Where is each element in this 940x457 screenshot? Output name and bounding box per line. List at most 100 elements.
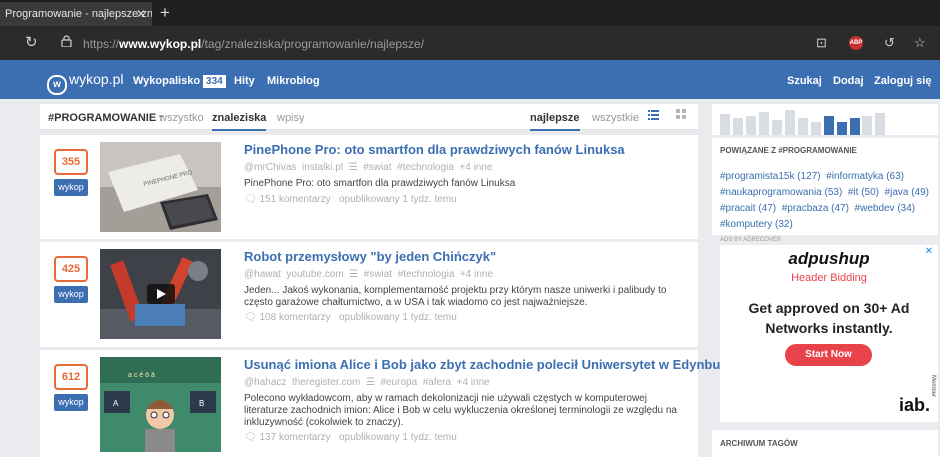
entry-thumbnail[interactable]: a c é ö ä A B [100, 357, 221, 452]
entry-source[interactable]: theregister.com [292, 377, 360, 388]
ad-brand: adpushup [788, 249, 870, 268]
entry-footer: 🗨 151 komentarzy opublikowany 1 tydz. te… [244, 194, 457, 205]
entry-thumbnail[interactable] [100, 249, 221, 339]
tag-list-icon: ☰ [349, 269, 359, 280]
wykop-button[interactable]: wykop [54, 179, 88, 196]
ad-banner[interactable]: ✕ adpushup Header Bidding Get approved o… [720, 245, 938, 422]
entry-more-tags[interactable]: +4 inne [460, 269, 493, 280]
lock-icon [61, 35, 72, 50]
filter-znaleziska[interactable]: znaleziska [212, 112, 267, 131]
entry-comments[interactable]: 137 komentarzy [259, 432, 330, 443]
entry-meta: @hawat youtube.com ☰ #swiat #technologia… [244, 269, 493, 280]
refresh-extension-icon[interactable]: ↺ [884, 35, 895, 51]
favorites-icon[interactable]: ☆ [914, 35, 926, 51]
close-tab-icon[interactable]: ✕ [136, 7, 146, 21]
related-tag[interactable]: #programista15k (127) [720, 171, 821, 182]
related-tags-heading: POWIĄZANE Z #PROGRAMOWANIE [720, 146, 857, 155]
entry-title[interactable]: PinePhone Pro: oto smartfon dla prawdziw… [244, 142, 625, 157]
nav-mikroblog[interactable]: Mikroblog [267, 75, 320, 87]
entry-title[interactable]: Robot przemysłowy "by jeden Chińczyk" [244, 249, 496, 264]
related-tag[interactable]: #pracait (47) [720, 203, 776, 214]
reload-icon[interactable]: ↻ [25, 33, 38, 51]
filter-bar: #PROGRAMOWANIE : wszystko znaleziska wpi… [40, 104, 698, 131]
entry-published: opublikowany 1 tydz. temu [338, 194, 457, 205]
related-tags-line: #programista15k (127) #informatyka (63) [720, 171, 904, 182]
entry-meta: @hahacz theregister.com ☰ #europa #afera… [244, 377, 490, 388]
reader-icon[interactable]: ⊡ [816, 35, 827, 51]
new-tab-icon[interactable]: + [160, 3, 170, 23]
nav-zaloguj[interactable]: Zaloguj się [874, 75, 931, 87]
related-tag[interactable]: #pracbaza (47) [782, 203, 849, 214]
related-tag[interactable]: #webdev (34) [855, 203, 916, 214]
entry-tag[interactable]: #europa [380, 377, 417, 388]
filter-wszystko[interactable]: wszystko [159, 112, 204, 124]
entry-footer: 🗨 137 komentarzy opublikowany 1 tydz. te… [244, 432, 457, 443]
vote-count: 612 [54, 364, 88, 390]
browser-tab-title: Programowanie - najlepsze znal [5, 8, 152, 20]
ads-by-label: ADS BY ADRECOVER [720, 237, 782, 243]
entry-published: opublikowany 1 tydz. temu [338, 432, 457, 443]
entry-more-tags[interactable]: +4 inne [459, 162, 492, 173]
browser-tab[interactable]: Programowanie - najlepsze znal ✕ [0, 2, 152, 26]
ad-subtitle: Header Bidding [791, 272, 867, 284]
entry-author[interactable]: @hawat [244, 269, 281, 280]
entry-author[interactable]: @hahacz [244, 377, 286, 388]
vote-box: 425 wykop [54, 256, 88, 303]
entry-tag[interactable]: #technologia [398, 269, 455, 280]
related-tag[interactable]: #java (49) [885, 187, 929, 198]
list-view-icon[interactable] [648, 109, 659, 123]
browser-tab-bar: Programowanie - najlepsze znal ✕ + [0, 0, 940, 26]
related-tag[interactable]: #komputery (32) [720, 219, 793, 230]
wykop-logo-icon: w [47, 75, 67, 95]
nav-wykopalisko[interactable]: Wykopalisko 334 [133, 75, 226, 88]
adblock-icon[interactable]: ABP [849, 36, 863, 50]
related-tag[interactable]: #it (50) [848, 187, 879, 198]
archive-heading: ARCHIWUM TAGÓW [720, 439, 798, 448]
tag-archive-panel: ARCHIWUM TAGÓW [712, 430, 938, 457]
sort-najlepsze[interactable]: najlepsze [530, 112, 580, 131]
entry-tag[interactable]: #swiat [363, 162, 391, 173]
related-tag[interactable]: #informatyka (63) [826, 171, 904, 182]
entry-title[interactable]: Usunąć imiona Alice i Bob jako zbyt zach… [244, 357, 745, 372]
related-tags-line: #naukaprogramowania (53) #it (50) #java … [720, 187, 929, 198]
entry-card: 612 wykop a c é ö ä A B Usunąć imiona Al… [40, 350, 745, 457]
site-logo[interactable]: w wykop.pl [47, 71, 123, 95]
entry-tag[interactable]: #technologia [397, 162, 454, 173]
entry-source[interactable]: youtube.com [286, 269, 343, 280]
entry-comments[interactable]: 108 komentarzy [259, 312, 330, 323]
tag-heading: #PROGRAMOWANIE : [48, 112, 163, 124]
wykop-button[interactable]: wykop [54, 394, 88, 411]
entry-author[interactable]: @mrChivas [244, 162, 296, 173]
entry-tag[interactable]: #swiat [364, 269, 392, 280]
vote-count: 355 [54, 149, 88, 175]
wykop-button[interactable]: wykop [54, 286, 88, 303]
related-tags-line: #komputery (32) [720, 219, 793, 230]
wykopalisko-count-badge: 334 [203, 75, 226, 88]
entry-description: PinePhone Pro: oto smartfon dla prawdziw… [244, 178, 516, 189]
grid-view-icon[interactable] [676, 109, 687, 123]
comment-icon: 🗨 [244, 312, 257, 323]
related-tag[interactable]: #naukaprogramowania (53) [720, 187, 842, 198]
entry-source[interactable]: instalki.pl [302, 162, 343, 173]
related-tags-panel: POWIĄZANE Z #PROGRAMOWANIE #programista1… [712, 138, 938, 235]
entry-card: 355 wykop PINEPHONE PRO PinePhone Pro: o… [40, 135, 698, 239]
svg-text:a c é ö ä: a c é ö ä [128, 372, 155, 379]
nav-dodaj[interactable]: Dodaj [833, 75, 864, 87]
entry-published: opublikowany 1 tydz. temu [338, 312, 457, 323]
entry-tag[interactable]: #afera [423, 377, 451, 388]
tag-activity-chart [712, 104, 938, 135]
nav-wykopalisko-label: Wykopalisko [133, 75, 201, 87]
vote-box: 612 wykop [54, 364, 88, 411]
nav-szukaj[interactable]: Szukaj [787, 75, 822, 87]
entry-comments[interactable]: 151 komentarzy [259, 194, 330, 205]
ad-start-now-button[interactable]: Start Now [785, 344, 872, 366]
entry-more-tags[interactable]: +4 inne [457, 377, 490, 388]
entry-thumbnail[interactable]: PINEPHONE PRO [100, 142, 221, 232]
sort-wszystkie[interactable]: wszystkie [592, 112, 639, 124]
tag-list-icon: ☰ [365, 377, 375, 388]
iab-logo: iab. [898, 395, 930, 415]
entry-description: Jeden... Jakoś wykonania, komplementarno… [244, 285, 667, 308]
filter-wpisy[interactable]: wpisy [277, 112, 305, 124]
nav-hity[interactable]: Hity [234, 75, 255, 87]
url-field[interactable]: https://www.wykop.pl/tag/znaleziska/prog… [83, 37, 424, 51]
